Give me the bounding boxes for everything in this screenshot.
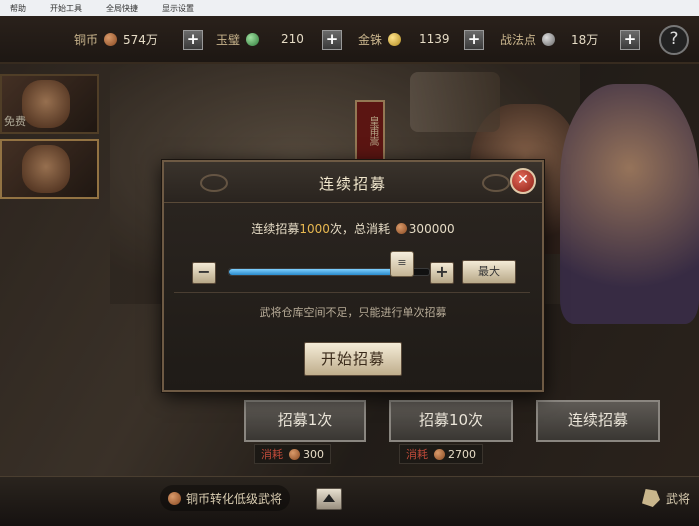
recruit-summary: 连续招募1000次，总消耗 300000 xyxy=(164,220,542,237)
add-tactic-button[interactable]: + xyxy=(620,30,640,50)
resource-copper: 铜币 574万 xyxy=(74,28,158,50)
continuous-recruit-dialog: 连续招募 ✕ 连续招募1000次，总消耗 300000 − ≡ + 最大 武将仓… xyxy=(162,160,544,392)
copper-coin-icon xyxy=(289,448,300,460)
cost-label: 消耗 xyxy=(406,448,428,461)
gold-coin-icon xyxy=(388,32,402,46)
increase-button[interactable]: + xyxy=(430,262,454,284)
resource-bar: 铜币 574万 + 玉璧 210 + 金铢 1139 + 战法点 18万 + ? xyxy=(0,16,699,64)
taskbar-item[interactable]: 开始工具 xyxy=(50,3,82,14)
copper-coin-icon xyxy=(168,491,181,505)
close-button[interactable]: ✕ xyxy=(510,168,536,194)
dialog-header: 连续招募 xyxy=(164,162,542,203)
resource-gold: 金铢 1139 xyxy=(358,28,450,50)
recruit-once-cost: 消耗 300 xyxy=(254,444,331,464)
cost-value: 2700 xyxy=(448,447,476,461)
copper-coin-icon xyxy=(434,448,445,460)
resource-label: 玉璧 xyxy=(216,32,241,47)
summary-prefix: 连续招募 xyxy=(251,222,300,236)
helmet-icon xyxy=(642,489,660,507)
cost-value: 300 xyxy=(303,447,324,461)
recruit-ten-button[interactable]: 招募10次 xyxy=(389,400,513,442)
compass-icon xyxy=(542,32,556,46)
recruit-ten-cost: 消耗 2700 xyxy=(399,444,483,464)
window-taskbar: 帮助 开始工具 全局快捷 显示设置 xyxy=(0,0,699,17)
copper-coin-icon xyxy=(395,223,407,234)
resource-value: 18万 xyxy=(571,32,599,47)
continuous-recruit-button[interactable]: 连续招募 xyxy=(536,400,660,442)
copper-coin-icon xyxy=(104,32,118,46)
resource-label: 金铢 xyxy=(358,32,383,47)
add-copper-button[interactable]: + xyxy=(183,30,203,50)
count-slider[interactable]: ≡ xyxy=(228,251,430,277)
recruit-count: 1000 xyxy=(299,222,330,236)
generals-label: 武将 xyxy=(666,491,691,506)
resource-value: 210 xyxy=(281,32,304,46)
resource-label: 战法点 xyxy=(500,32,537,47)
slider-handle[interactable]: ≡ xyxy=(390,251,414,277)
jade-icon xyxy=(246,32,260,46)
expand-up-button[interactable] xyxy=(316,488,342,510)
taskbar-item[interactable]: 帮助 xyxy=(10,3,26,14)
help-button[interactable]: ? xyxy=(659,25,689,55)
resource-jade: 玉璧 210 xyxy=(216,28,304,50)
decrease-button[interactable]: − xyxy=(192,262,216,284)
convert-label: 铜币转化低级武将 xyxy=(186,491,283,506)
bottom-bar xyxy=(0,476,699,526)
resource-tactic: 战法点 18万 xyxy=(500,28,598,50)
add-gold-button[interactable]: + xyxy=(464,30,484,50)
generals-button[interactable]: 武将 xyxy=(642,485,690,511)
taskbar-item[interactable]: 显示设置 xyxy=(162,3,194,14)
resource-value: 1139 xyxy=(419,32,450,46)
dialog-title: 连续招募 xyxy=(318,175,387,193)
slider-fill xyxy=(229,269,401,275)
total-cost: 300000 xyxy=(408,222,455,236)
max-button[interactable]: 最大 xyxy=(462,260,516,284)
resource-label: 铜币 xyxy=(74,32,99,47)
convert-general-toggle[interactable]: 铜币转化低级武将 xyxy=(160,485,291,511)
add-jade-button[interactable]: + xyxy=(322,30,342,50)
recruit-once-button[interactable]: 招募1次 xyxy=(244,400,366,442)
warning-text: 武将仓库空间不足，只能进行单次招募 xyxy=(259,306,447,319)
cost-label: 消耗 xyxy=(261,448,283,461)
resource-value: 574万 xyxy=(123,32,158,47)
divider xyxy=(174,292,530,293)
start-recruit-button[interactable]: 开始招募 xyxy=(304,342,402,376)
summary-mid: 次，总消耗 xyxy=(329,222,390,236)
taskbar-item[interactable]: 全局快捷 xyxy=(106,3,138,14)
